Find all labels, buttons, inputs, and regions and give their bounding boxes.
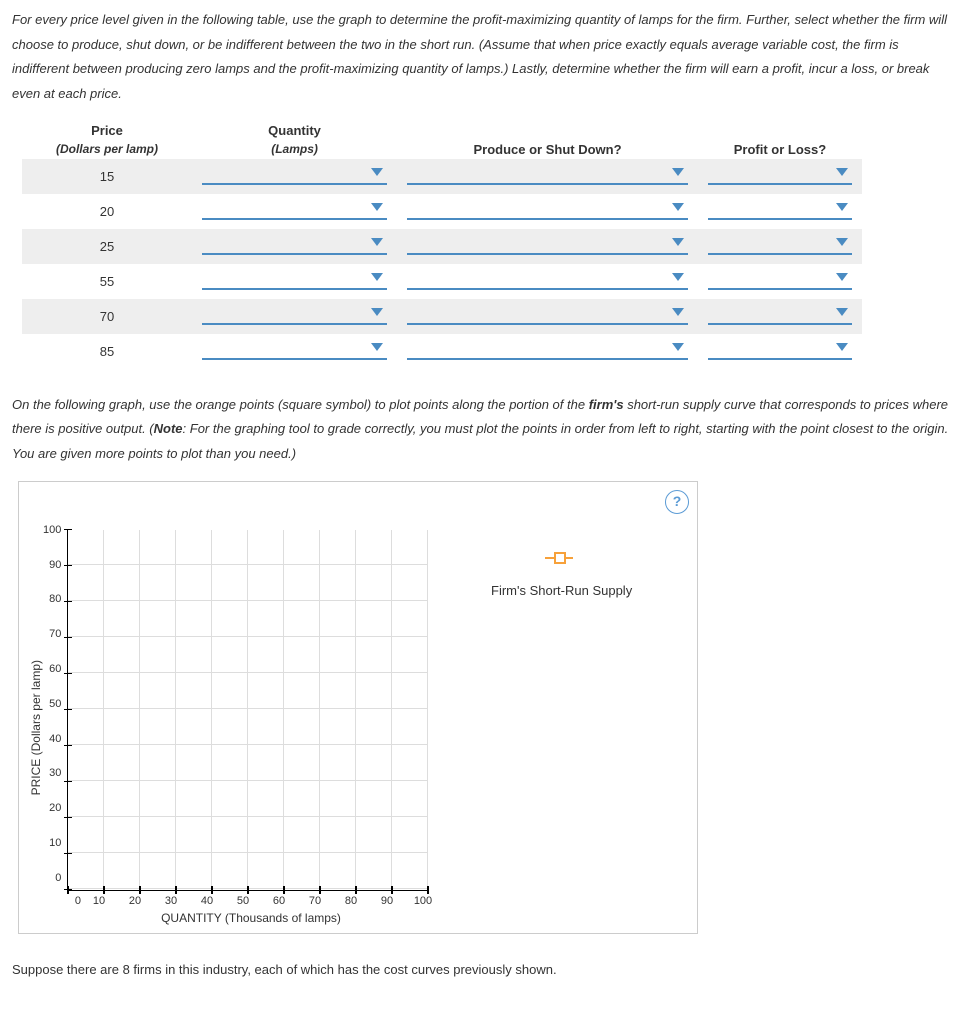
legend[interactable]: Firm's Short-Run Supply xyxy=(491,550,632,925)
profit-loss-dropdown[interactable] xyxy=(708,270,852,290)
help-button[interactable]: ? xyxy=(665,490,689,514)
col-subheader-price: (Dollars per lamp) xyxy=(22,140,192,159)
x-axis-label: QUANTITY (Thousands of lamps) xyxy=(71,911,431,925)
chevron-down-icon xyxy=(371,343,383,351)
chevron-down-icon xyxy=(371,203,383,211)
produce-shutdown-dropdown[interactable] xyxy=(407,165,688,185)
price-cell: 70 xyxy=(22,299,192,334)
quantity-dropdown[interactable] xyxy=(202,305,387,325)
square-point-icon xyxy=(545,557,573,559)
quantity-dropdown[interactable] xyxy=(202,235,387,255)
profit-loss-dropdown[interactable] xyxy=(708,340,852,360)
produce-shutdown-dropdown[interactable] xyxy=(407,200,688,220)
chevron-down-icon xyxy=(371,168,383,176)
x-axis-ticks: 0102030405060708090100 xyxy=(61,895,421,907)
price-cell: 55 xyxy=(22,264,192,299)
chevron-down-icon xyxy=(836,168,848,176)
quantity-dropdown[interactable] xyxy=(202,165,387,185)
produce-shutdown-dropdown[interactable] xyxy=(407,270,688,290)
chevron-down-icon xyxy=(672,308,684,316)
produce-shutdown-dropdown[interactable] xyxy=(407,235,688,255)
chevron-down-icon xyxy=(836,273,848,281)
profit-loss-dropdown[interactable] xyxy=(708,305,852,325)
instruction-paragraph-2: On the following graph, use the orange p… xyxy=(12,393,951,467)
profit-loss-dropdown[interactable] xyxy=(708,165,852,185)
table-row: 85 xyxy=(22,334,862,369)
price-quantity-table: Price Quantity (Dollars per lamp) (Lamps… xyxy=(22,121,862,369)
chevron-down-icon xyxy=(672,168,684,176)
chevron-down-icon xyxy=(836,308,848,316)
col-header-produce: Produce or Shut Down? xyxy=(397,140,698,159)
price-cell: 25 xyxy=(22,229,192,264)
quantity-dropdown[interactable] xyxy=(202,270,387,290)
profit-loss-dropdown[interactable] xyxy=(708,235,852,255)
table-row: 20 xyxy=(22,194,862,229)
price-cell: 20 xyxy=(22,194,192,229)
chevron-down-icon xyxy=(836,343,848,351)
footer-text: Suppose there are 8 firms in this indust… xyxy=(12,962,951,977)
col-header-quantity: Quantity xyxy=(192,121,397,140)
table-row: 15 xyxy=(22,159,862,194)
col-header-profit: Profit or Loss? xyxy=(698,140,862,159)
quantity-dropdown[interactable] xyxy=(202,340,387,360)
chevron-down-icon xyxy=(672,203,684,211)
col-subheader-quantity: (Lamps) xyxy=(192,140,397,159)
table-row: 25 xyxy=(22,229,862,264)
chevron-down-icon xyxy=(672,343,684,351)
chevron-down-icon xyxy=(371,273,383,281)
table-row: 70 xyxy=(22,299,862,334)
produce-shutdown-dropdown[interactable] xyxy=(407,305,688,325)
graph-panel: ? PRICE (Dollars per lamp) 1009080706050… xyxy=(18,481,698,934)
price-cell: 85 xyxy=(22,334,192,369)
chevron-down-icon xyxy=(371,238,383,246)
profit-loss-dropdown[interactable] xyxy=(708,200,852,220)
quantity-dropdown[interactable] xyxy=(202,200,387,220)
chevron-down-icon xyxy=(836,203,848,211)
price-cell: 15 xyxy=(22,159,192,194)
produce-shutdown-dropdown[interactable] xyxy=(407,340,688,360)
chevron-down-icon xyxy=(836,238,848,246)
chevron-down-icon xyxy=(672,238,684,246)
legend-label: Firm's Short-Run Supply xyxy=(491,583,632,598)
table-row: 55 xyxy=(22,264,862,299)
instruction-paragraph-1: For every price level given in the follo… xyxy=(12,8,951,107)
chevron-down-icon xyxy=(371,308,383,316)
col-header-price: Price xyxy=(22,121,192,140)
y-axis-label: PRICE (Dollars per lamp) xyxy=(27,660,43,795)
plot-area[interactable] xyxy=(67,530,428,891)
chevron-down-icon xyxy=(672,273,684,281)
